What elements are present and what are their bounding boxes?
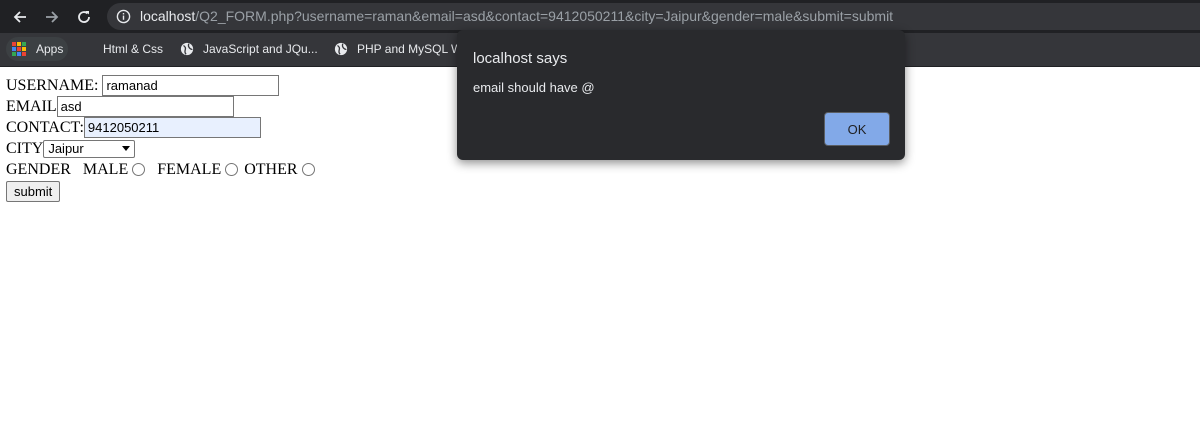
- url-host: localhost: [140, 8, 196, 24]
- city-selected-value: Jaipur: [48, 141, 84, 156]
- city-label: CITY: [6, 139, 44, 157]
- contact-row: CONTACT:: [6, 117, 315, 138]
- email-input[interactable]: [56, 96, 234, 117]
- email-row: EMAIL: [6, 96, 315, 117]
- bookmark-apps[interactable]: Apps: [6, 37, 68, 61]
- page-content: USERNAME: EMAIL CONTACT: CITY Jaipur GEN…: [6, 75, 315, 202]
- submit-button[interactable]: submit: [6, 180, 61, 202]
- male-label: MALE: [82, 160, 129, 178]
- bookmark-label: PHP and MySQL W: [357, 42, 463, 56]
- forward-arrow-icon: [46, 11, 59, 23]
- gender-row: GENDER MALE FEMALE OTHER: [6, 159, 315, 180]
- reload-button[interactable]: [71, 4, 97, 30]
- bookmark-html-css[interactable]: Html & Css: [103, 37, 163, 61]
- username-label: USERNAME:: [6, 76, 99, 94]
- submit-row: submit: [6, 180, 315, 202]
- back-arrow-icon: [13, 11, 26, 23]
- male-radio[interactable]: [132, 163, 146, 176]
- info-icon[interactable]: [116, 9, 131, 24]
- dialog-message: email should have @: [473, 80, 595, 95]
- bookmark-label: Html & Css: [103, 42, 163, 56]
- forward-button[interactable]: [39, 4, 65, 30]
- female-label: FEMALE: [157, 160, 222, 178]
- other-radio[interactable]: [301, 163, 315, 176]
- email-label: EMAIL: [6, 97, 57, 115]
- globe-icon: [180, 42, 194, 56]
- username-row: USERNAME:: [6, 75, 315, 96]
- bookmark-javascript[interactable]: JavaScript and JQu...: [180, 37, 318, 61]
- url-path: /Q2_FORM.php?username=raman&email=asd&co…: [195, 8, 894, 24]
- dialog-title: localhost says: [473, 50, 568, 67]
- address-bar[interactable]: localhost/Q2_FORM.php?username=raman&ema…: [107, 3, 1200, 30]
- chevron-down-icon: [122, 146, 131, 151]
- contact-label: CONTACT:: [6, 118, 84, 136]
- contact-input[interactable]: [83, 117, 261, 138]
- apps-grid-icon: [12, 42, 26, 56]
- gender-label: GENDER: [6, 160, 71, 178]
- reload-icon: [78, 11, 90, 23]
- url-text: localhost/Q2_FORM.php?username=raman&ema…: [140, 8, 893, 25]
- female-radio[interactable]: [225, 163, 239, 176]
- alert-dialog: localhost says email should have @ OK: [457, 30, 905, 160]
- bookmark-label: JavaScript and JQu...: [203, 42, 318, 56]
- back-button[interactable]: [7, 4, 33, 30]
- city-row: CITY Jaipur: [6, 138, 315, 159]
- bookmark-label: Apps: [36, 42, 64, 56]
- city-select[interactable]: Jaipur: [43, 139, 136, 158]
- browser-toolbar: localhost/Q2_FORM.php?username=raman&ema…: [0, 0, 1200, 33]
- username-input[interactable]: [102, 75, 280, 96]
- other-label: OTHER: [244, 160, 298, 178]
- globe-icon: [334, 42, 348, 56]
- bookmark-php-mysql[interactable]: PHP and MySQL W: [334, 37, 462, 61]
- ok-button[interactable]: OK: [824, 112, 890, 146]
